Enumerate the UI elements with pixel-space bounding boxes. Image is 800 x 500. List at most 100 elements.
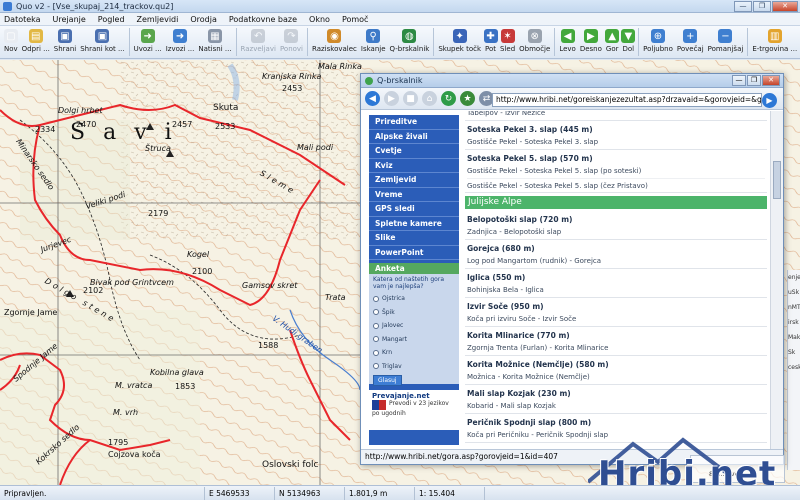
close-button[interactable]: ✕ xyxy=(772,1,798,12)
toolbar-button-0[interactable]: ▢ Nov xyxy=(2,26,20,58)
side-panel-item[interactable]: nMT xyxy=(788,300,800,315)
route-link[interactable]: Tabelpov - Izvir Nežice xyxy=(467,111,765,120)
route-link[interactable]: Gostišče Pekel - Soteska Pekel 5. slap (… xyxy=(467,178,765,192)
list-item[interactable]: Tabelpov - Izvir Nežice xyxy=(465,111,767,121)
list-item[interactable]: Korita Mlinarice (770 m) Zgornja Trenta (… xyxy=(465,327,767,356)
side-panel-item[interactable]: cesk xyxy=(788,360,800,375)
route-link[interactable]: Log pod Mangartom (rudnik) - Gorejca xyxy=(467,255,765,268)
poll-option[interactable]: Mangart xyxy=(373,333,455,347)
route-link[interactable]: Gostišče Pekel - Soteska Pekel 3. slap xyxy=(467,136,765,149)
sidebar-item-gps-sledi[interactable]: GPS sledi xyxy=(369,202,459,217)
sidebar-item-kviz[interactable]: Kviz xyxy=(369,159,459,173)
maximize-button[interactable]: ❐ xyxy=(753,1,771,12)
waterfall-name[interactable]: Soteska Pekel 3. slap (445 m) xyxy=(467,124,765,136)
toolbar-button-17[interactable]: ▶ Desno xyxy=(578,26,604,58)
sidebar-item-zemljevid[interactable]: Zemljevid xyxy=(369,173,459,188)
vote-button[interactable]: Glasuj xyxy=(373,375,402,386)
toolbar-button-23[interactable]: ▥ E-trgovina ... xyxy=(750,26,799,58)
menu-zemljevidi[interactable]: Zemljevidi xyxy=(137,15,179,24)
menu-pomoc[interactable]: Pomoč xyxy=(342,15,369,24)
list-item[interactable]: Iglica (550 m) Bohinjska Bela - Iglica xyxy=(465,269,767,298)
route-link[interactable]: Možnica - Korita Možnice (Nemčlje) xyxy=(467,371,765,384)
toolbar-button-18[interactable]: ▲ Gor xyxy=(604,26,621,58)
refresh-icon[interactable]: ↻ xyxy=(441,91,456,106)
waterfall-name[interactable]: Iglica (550 m) xyxy=(467,272,765,284)
toolbar-button-6[interactable]: ▦ Natisni ... xyxy=(196,26,233,58)
waterfall-name[interactable]: Soteska Pekel 5. slap (570 m) xyxy=(467,153,765,165)
side-panel-item[interactable]: uSk xyxy=(788,285,800,300)
poll-option[interactable]: Krn xyxy=(373,346,455,360)
toolbar-button-19[interactable]: ▼ Dol xyxy=(621,26,637,58)
home-icon[interactable]: ⌂ xyxy=(422,91,437,106)
poll-option[interactable]: Špik xyxy=(373,306,455,320)
sidebar-item-powerpoint[interactable]: PowerPoint xyxy=(369,246,459,260)
list-item[interactable]: Mali slap Kozjak (230 m) Kobarid - Mali s… xyxy=(465,385,767,414)
toolbar-button-5[interactable]: ➜ Izvozi ... xyxy=(164,26,197,58)
route-link[interactable]: Zgornja Trenta (Furlan) - Korita Mlinari… xyxy=(467,342,765,355)
poll-option[interactable]: Triglav xyxy=(373,360,455,374)
radio-icon[interactable] xyxy=(373,349,379,356)
toolbar-button-10[interactable]: ⚲ Iskanje xyxy=(359,26,388,58)
toolbar-button-4[interactable]: ➜ Uvozi ... xyxy=(132,26,164,58)
menu-okno[interactable]: Okno xyxy=(309,15,330,24)
route-link[interactable]: Koča pri izviru Soče - Izvir Soče xyxy=(467,313,765,326)
toolbar-button-21[interactable]: + Povečaj xyxy=(675,26,706,58)
poll-option[interactable]: Jalovec xyxy=(373,319,455,333)
toolbar-button-20[interactable]: ⊕ Poljubno xyxy=(641,26,675,58)
scrollbar[interactable] xyxy=(770,111,783,450)
menu-urejanje[interactable]: Urejanje xyxy=(53,15,86,24)
waterfall-name[interactable]: Izvir Soče (950 m) xyxy=(467,301,765,313)
menu-pogled[interactable]: Pogled xyxy=(98,15,125,24)
side-panel-item[interactable]: enje xyxy=(788,270,800,285)
list-item[interactable]: Korita Možnice (Nemčlje) (580 m) Možnica … xyxy=(465,356,767,385)
list-item[interactable]: Gorejca (680 m) Log pod Mangartom (rudnik… xyxy=(465,240,767,269)
q-maximize-button[interactable]: ❐ xyxy=(747,75,761,86)
menu-orodja[interactable]: Orodja xyxy=(190,15,217,24)
go-icon[interactable]: ▶ xyxy=(762,93,777,108)
radio-icon[interactable] xyxy=(373,322,379,329)
list-item[interactable]: Izvir Soče (950 m) Koča pri izviru Soče -… xyxy=(465,298,767,327)
waterfall-name[interactable]: Korita Mlinarice (770 m) xyxy=(467,330,765,342)
waterfall-name[interactable]: Gorejca (680 m) xyxy=(467,243,765,255)
menu-datoteka[interactable]: Datoteka xyxy=(4,15,41,24)
sidebar-item-vreme[interactable]: Vreme xyxy=(369,188,459,202)
radio-icon[interactable] xyxy=(373,309,379,316)
side-panel-item[interactable]: irsk xyxy=(788,315,800,330)
q-close-button[interactable]: ✕ xyxy=(762,75,780,86)
toolbar-button-3[interactable]: ▣ Shrani kot ... xyxy=(78,26,126,58)
route-link[interactable]: Bohinjska Bela - Iglica xyxy=(467,284,765,297)
sidebar-item-prireditve[interactable]: Prireditve xyxy=(369,115,459,130)
route-link[interactable]: Zadnjica - Belopotoški slap xyxy=(467,226,765,239)
waterfall-name[interactable]: Belopotoški slap (720 m) xyxy=(467,214,765,226)
list-item[interactable]: Belopotoški slap (720 m) Zadnjica - Belop… xyxy=(465,211,767,240)
toolbar-button-13[interactable]: ✚ Pot xyxy=(483,26,498,58)
side-panel-item[interactable]: Sk xyxy=(788,345,800,360)
bookmark-icon[interactable]: ★ xyxy=(460,91,475,106)
toolbar-button-11[interactable]: ◍ Q-brskalnik xyxy=(388,26,432,58)
url-input[interactable]: http://www.hribi.net/goreiskanjezezultat… xyxy=(492,93,762,107)
radio-icon[interactable] xyxy=(373,295,379,302)
sidebar-item-spletne-kamere[interactable]: Spletne kamere xyxy=(369,217,459,231)
toolbar-button-2[interactable]: ▣ Shrani xyxy=(52,26,78,58)
route-link[interactable]: Gostišče Pekel - Soteska Pekel 5. slap (… xyxy=(467,165,765,178)
toolbar-button-14[interactable]: ✶ Sled xyxy=(498,26,517,58)
scrollbar-thumb[interactable] xyxy=(773,161,781,199)
poll-option[interactable]: Ojstrica xyxy=(373,292,455,306)
toolbar-button-12[interactable]: ✦ Skupek točk xyxy=(436,26,483,58)
sidebar-item-alpske-zivali[interactable]: Alpske živali xyxy=(369,130,459,144)
list-item[interactable]: Soteska Pekel 5. slap (570 m) Gostišče Pe… xyxy=(465,150,767,193)
waterfall-name[interactable]: Peričnik Spodnji slap (800 m) xyxy=(467,417,765,429)
stop-icon[interactable]: ■ xyxy=(403,91,418,106)
side-panel-item[interactable]: Mak xyxy=(788,330,800,345)
q-minimize-button[interactable]: — xyxy=(732,75,746,86)
sidebar-item-cvetje[interactable]: Cvetje xyxy=(369,144,459,159)
promo-box[interactable]: Prevajanje.net Prevodi v 23 jezikov po u… xyxy=(369,390,459,430)
sidebar-item-slike[interactable]: Slike xyxy=(369,231,459,246)
toolbar-button-9[interactable]: ◉ Raziskovalec xyxy=(310,26,359,58)
forward-icon[interactable]: ▶ xyxy=(384,91,399,106)
toolbar-button-15[interactable]: ⊗ Območje xyxy=(517,26,552,58)
waterfall-name[interactable]: Mali slap Kozjak (230 m) xyxy=(467,388,765,400)
back-icon[interactable]: ◀ xyxy=(365,91,380,106)
list-item[interactable]: Soteska Pekel 3. slap (445 m) Gostišče Pe… xyxy=(465,121,767,150)
toolbar-button-22[interactable]: − Pomanjšaj xyxy=(706,26,746,58)
